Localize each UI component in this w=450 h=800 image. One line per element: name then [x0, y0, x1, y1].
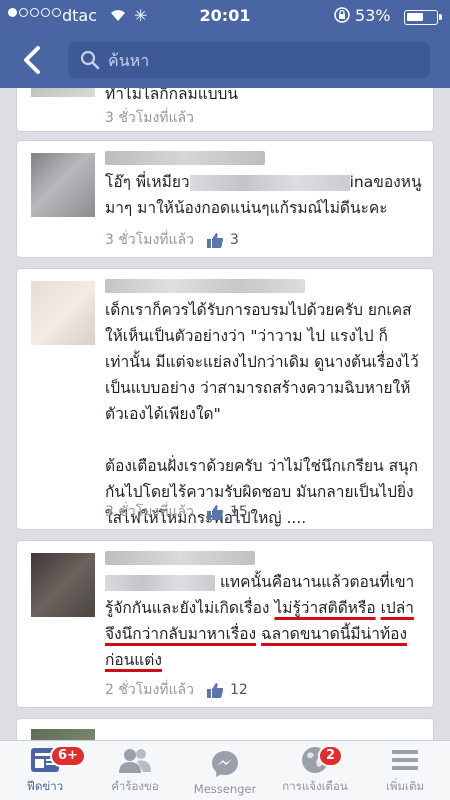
- comment-timestamp: 2 ชั่วโมงที่แล้ว: [105, 682, 194, 698]
- like-count: 15: [230, 504, 248, 520]
- avatar[interactable]: [31, 553, 95, 617]
- comment-card: ทำไม่ไลก็กลมแบบน 3 ชั่วโมงที่แล้ว: [16, 88, 434, 132]
- battery-percentage: 53%: [355, 6, 391, 25]
- redacted-author-name[interactable]: [105, 151, 265, 165]
- messenger-icon: [210, 748, 240, 780]
- like-count: 3: [230, 232, 239, 248]
- news-feed-badge: 6+: [50, 745, 86, 767]
- tab-news-feed[interactable]: 6+ ฟีดข่าว: [0, 741, 90, 800]
- avatar[interactable]: [31, 88, 95, 97]
- comment-feed[interactable]: ทำไม่ไลก็กลมแบบน 3 ชั่วโมงที่แล้ว โอ๊ๆ พ…: [0, 88, 450, 740]
- battery-icon: [404, 10, 442, 25]
- comment-meta: 3 ชั่วโมงที่แล้ว 3: [105, 229, 239, 251]
- redacted-mention: [189, 174, 350, 191]
- comment-meta: 2 ชั่วโมงที่แล้ว 12: [105, 679, 248, 701]
- avatar[interactable]: [31, 729, 95, 740]
- search-input[interactable]: [108, 50, 408, 70]
- redacted-author-name[interactable]: [105, 551, 255, 565]
- comment-timestamp: 3 ชั่วโมงที่แล้ว: [105, 110, 194, 126]
- status-bar: dtac ✳ 20:01 53%: [0, 0, 450, 32]
- comment-meta: 3 ชั่วโมงที่แล้ว 15: [105, 501, 248, 523]
- comment-text: ทำไม่ไลก็กลมแบบน: [105, 88, 238, 103]
- notifications-badge: 2: [318, 745, 344, 767]
- avatar[interactable]: [31, 281, 95, 345]
- tab-label: คำร้องขอ: [111, 779, 159, 793]
- bottom-tab-bar: 6+ ฟีดข่าว คำร้องขอ Messenger 2 การแจ้งเ…: [0, 740, 450, 800]
- back-button[interactable]: [12, 38, 52, 82]
- tab-label: การแจ้งเตือน: [282, 779, 348, 793]
- comment-card: แทคนั้นคือนานแล้วตอนที่เขารู้จักกันและยั…: [16, 540, 434, 708]
- comment-meta: 3 ชั่วโมงที่แล้ว: [105, 107, 194, 129]
- comment-timestamp: 3 ชั่วโมงที่แล้ว: [105, 504, 194, 520]
- comment-text: เด็กเราก็ควรได้รับการอบรมไปด้วยครับ ยกเค…: [105, 301, 419, 527]
- comment-card: เด็กเราก็ควรได้รับการอบรมไปด้วยครับ ยกเค…: [16, 268, 434, 530]
- comment-text: แทคนั้นคือนานแล้วตอนที่เขารู้จักกันและยั…: [105, 573, 415, 669]
- thumbs-up-icon[interactable]: [206, 681, 224, 699]
- rotation-lock-icon: [333, 6, 351, 28]
- comment-card: โอ๊ๆ พี่เหมียว inaของหนู มาๆ มาให้น้องกอด…: [16, 140, 434, 258]
- comment-timestamp: 3 ชั่วโมงที่แล้ว: [105, 232, 194, 248]
- comment-text: โอ๊ๆ พี่เหมียว inaของหนู มาๆ มาให้น้องกอด…: [105, 173, 422, 217]
- search-bar[interactable]: [68, 42, 430, 78]
- redacted-author-name[interactable]: [105, 279, 305, 293]
- chevron-left-icon: [24, 46, 40, 74]
- thumbs-up-icon[interactable]: [206, 503, 224, 521]
- search-icon: [80, 50, 100, 70]
- tab-label: เพิ่มเติม: [385, 779, 425, 793]
- more-menu-icon: [391, 744, 419, 776]
- tab-friend-requests[interactable]: คำร้องขอ: [90, 741, 180, 800]
- tab-notifications[interactable]: 2 การแจ้งเตือน: [270, 741, 360, 800]
- top-bar: dtac ✳ 20:01 53%: [0, 0, 450, 88]
- tab-label: ฟีดข่าว: [26, 779, 64, 793]
- redacted-mention: [105, 574, 215, 591]
- tab-messenger[interactable]: Messenger: [180, 741, 270, 800]
- tab-label: Messenger: [193, 782, 257, 796]
- tab-more[interactable]: เพิ่มเติม: [360, 741, 450, 800]
- friend-requests-icon: [118, 744, 152, 776]
- comment-card: [16, 718, 434, 740]
- like-count: 12: [230, 682, 248, 698]
- avatar[interactable]: [31, 153, 95, 217]
- thumbs-up-icon[interactable]: [206, 231, 224, 249]
